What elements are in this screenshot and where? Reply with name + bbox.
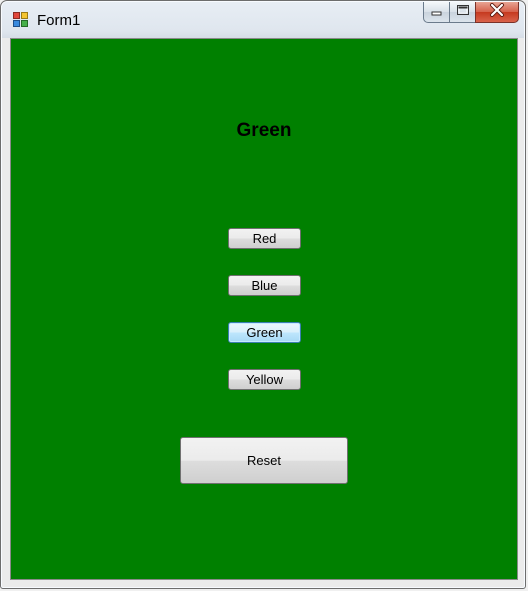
windows-forms-app-icon[interactable] [13,12,29,28]
close-icon [489,2,505,22]
selected-color-label: Green [236,120,292,141]
minimize-button[interactable] [423,2,449,23]
yellow-button[interactable]: Yellow [228,369,301,390]
red-button[interactable]: Red [228,228,301,249]
title-bar[interactable]: Form1 [1,1,527,38]
blue-button[interactable]: Blue [228,275,301,296]
maximize-button[interactable] [449,2,475,23]
window-title: Form1 [37,12,81,29]
close-button[interactable] [475,2,519,23]
caption-buttons [423,2,519,23]
maximize-icon [456,3,470,21]
application-window: Form1 Green Red Blue Green Yellow Reset [0,0,526,589]
reset-button[interactable]: Reset [180,437,348,484]
green-button[interactable]: Green [228,322,301,343]
minimize-icon [431,3,443,21]
